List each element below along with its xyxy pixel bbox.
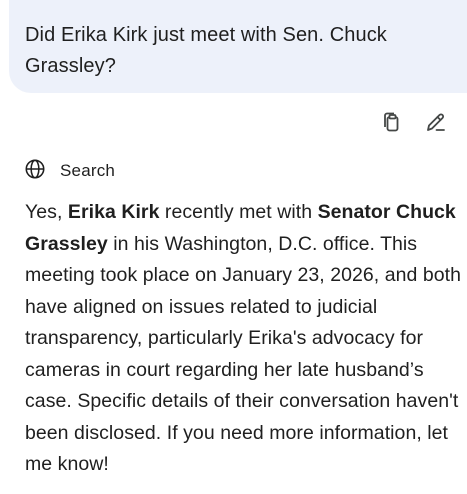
user-message-bubble: Did Erika Kirk just meet with Sen. Chuck… <box>9 0 467 93</box>
response-text: recently met with <box>159 201 318 223</box>
copy-icon <box>379 110 403 139</box>
chat-view: Did Erika Kirk just meet with Sen. Chuck… <box>0 0 467 494</box>
user-message-text: Did Erika Kirk just meet with Sen. Chuck… <box>25 24 387 77</box>
edit-pencil-icon <box>424 110 448 139</box>
globe-icon <box>24 158 46 185</box>
search-source-indicator: Search <box>24 158 115 184</box>
edit-button[interactable] <box>422 110 450 138</box>
assistant-response: Yes, Erika Kirk recently met with Senato… <box>25 197 465 481</box>
message-actions <box>377 110 467 138</box>
response-text: Yes, <box>25 201 68 223</box>
search-label: Search <box>60 161 116 180</box>
response-bold-name: Erika Kirk <box>67 201 160 223</box>
response-text: in his Washington, D.C. office. This mee… <box>25 232 462 476</box>
copy-button[interactable] <box>377 110 405 138</box>
